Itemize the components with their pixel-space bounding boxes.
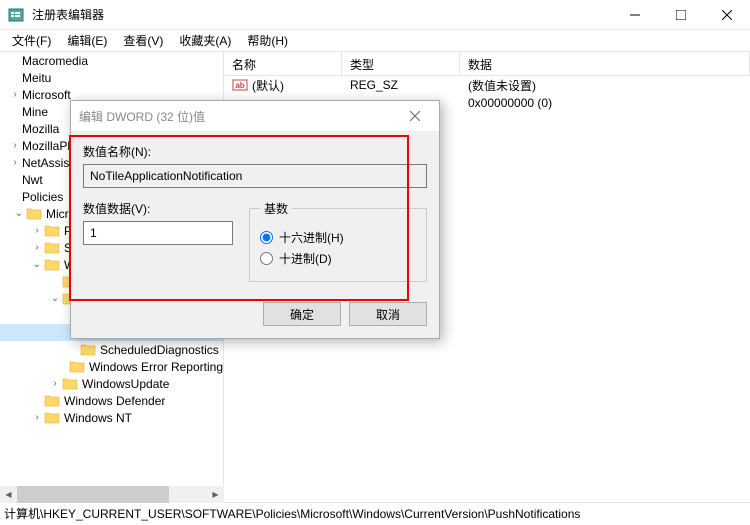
dialog-title: 编辑 DWORD (32 位)值 <box>79 108 399 125</box>
cell-data: 0x00000000 (0) <box>460 96 750 110</box>
tree-expander[interactable]: ⌄ <box>12 208 26 219</box>
tree-label: Macromedia <box>22 54 88 68</box>
col-data[interactable]: 数据 <box>460 52 750 75</box>
tree-label: WindowsUpdate <box>82 377 169 391</box>
value-name-label: 数值名称(N): <box>83 143 427 160</box>
app-icon <box>8 7 24 23</box>
folder-icon <box>44 410 60 426</box>
radio-dec-input[interactable] <box>260 252 273 265</box>
tree-expander[interactable]: › <box>30 412 44 423</box>
string-value-icon: ab <box>232 77 248 93</box>
radio-hex-input[interactable] <box>260 231 273 244</box>
tree-label: Policies <box>22 190 63 204</box>
scroll-right-button[interactable]: ▶ <box>207 486 224 503</box>
ok-button[interactable]: 确定 <box>263 302 341 326</box>
tree-expander[interactable]: › <box>8 157 22 168</box>
list-header: 名称 类型 数据 <box>224 52 750 76</box>
maximize-button[interactable] <box>658 0 704 30</box>
cell-type: REG_SZ <box>342 78 460 92</box>
cancel-button[interactable]: 取消 <box>349 302 427 326</box>
folder-icon <box>44 393 60 409</box>
tree-label: Nwt <box>22 173 43 187</box>
status-path: 计算机\HKEY_CURRENT_USER\SOFTWARE\Policies\… <box>4 505 580 522</box>
menu-help[interactable]: 帮助(H) <box>239 30 296 51</box>
base-legend: 基数 <box>260 200 292 217</box>
menu-edit[interactable]: 编辑(E) <box>59 30 115 51</box>
folder-icon <box>44 240 60 256</box>
titlebar: 注册表编辑器 <box>0 0 750 30</box>
folder-icon <box>44 223 60 239</box>
window-controls <box>612 0 750 30</box>
tree-label: Windows NT <box>64 411 132 425</box>
tree-label: Mozilla <box>22 122 59 136</box>
tree-item[interactable]: Windows Defender <box>0 392 223 409</box>
dialog-buttons: 确定 取消 <box>71 294 439 338</box>
value-data-label: 数值数据(V): <box>83 200 233 217</box>
menu-favorites[interactable]: 收藏夹(A) <box>171 30 239 51</box>
scroll-track[interactable] <box>17 486 207 503</box>
tree-scrollbar-horizontal[interactable]: ◀ ▶ <box>0 486 224 503</box>
menu-file[interactable]: 文件(F) <box>4 30 59 51</box>
cell-data: (数值未设置) <box>460 77 750 94</box>
tree-label: Microsoft <box>22 88 71 102</box>
menubar: 文件(F) 编辑(E) 查看(V) 收藏夹(A) 帮助(H) <box>0 30 750 52</box>
cell-name: ab(默认) <box>224 77 342 94</box>
dialog-titlebar[interactable]: 编辑 DWORD (32 位)值 <box>71 101 439 131</box>
window-title: 注册表编辑器 <box>32 6 612 23</box>
value-data-input[interactable] <box>83 221 233 245</box>
menu-view[interactable]: 查看(V) <box>115 30 171 51</box>
tree-expander[interactable]: › <box>30 242 44 253</box>
value-name-input[interactable] <box>83 164 427 188</box>
list-row[interactable]: ab(默认)REG_SZ(数值未设置) <box>224 76 750 94</box>
dialog-close-button[interactable] <box>399 104 431 128</box>
tree-item[interactable]: › WindowsUpdate <box>0 375 223 392</box>
col-type[interactable]: 类型 <box>342 52 460 75</box>
tree-expander[interactable]: › <box>8 140 22 151</box>
tree-item[interactable]: › Windows NT <box>0 409 223 426</box>
edit-dword-dialog: 编辑 DWORD (32 位)值 数值名称(N): 数值数据(V): 基数 十六… <box>70 100 440 339</box>
tree-item[interactable]: Meitu <box>0 69 223 86</box>
tree-expander[interactable]: ⌄ <box>30 259 44 270</box>
statusbar: 计算机\HKEY_CURRENT_USER\SOFTWARE\Policies\… <box>0 502 750 524</box>
folder-icon <box>80 342 96 358</box>
tree-expander[interactable]: ⌄ <box>48 293 62 304</box>
tree-label: Mine <box>22 105 48 119</box>
tree-expander[interactable]: › <box>48 378 62 389</box>
folder-icon <box>62 376 78 392</box>
col-name[interactable]: 名称 <box>224 52 342 75</box>
tree-label: ScheduledDiagnostics <box>100 343 219 357</box>
folder-icon <box>26 206 42 222</box>
dialog-body: 数值名称(N): 数值数据(V): 基数 十六进制(H) 十进制(D) <box>71 131 439 294</box>
folder-icon <box>69 359 85 375</box>
radio-dec[interactable]: 十进制(D) <box>260 250 416 267</box>
tree-label: Windows Defender <box>64 394 165 408</box>
tree-item[interactable]: ScheduledDiagnostics <box>0 341 223 358</box>
tree-item[interactable]: Macromedia <box>0 52 223 69</box>
tree-expander[interactable]: › <box>8 89 22 100</box>
minimize-button[interactable] <box>612 0 658 30</box>
close-button[interactable] <box>704 0 750 30</box>
radio-hex[interactable]: 十六进制(H) <box>260 229 416 246</box>
scroll-left-button[interactable]: ◀ <box>0 486 17 503</box>
base-fieldset: 基数 十六进制(H) 十进制(D) <box>249 200 427 282</box>
tree-expander[interactable]: › <box>30 225 44 236</box>
tree-label: Meitu <box>22 71 51 85</box>
folder-icon <box>44 257 60 273</box>
tree-item[interactable]: Windows Error Reporting <box>0 358 223 375</box>
tree-label: Windows Error Reporting <box>89 360 223 374</box>
scroll-thumb[interactable] <box>17 486 169 503</box>
svg-text:ab: ab <box>235 81 244 90</box>
